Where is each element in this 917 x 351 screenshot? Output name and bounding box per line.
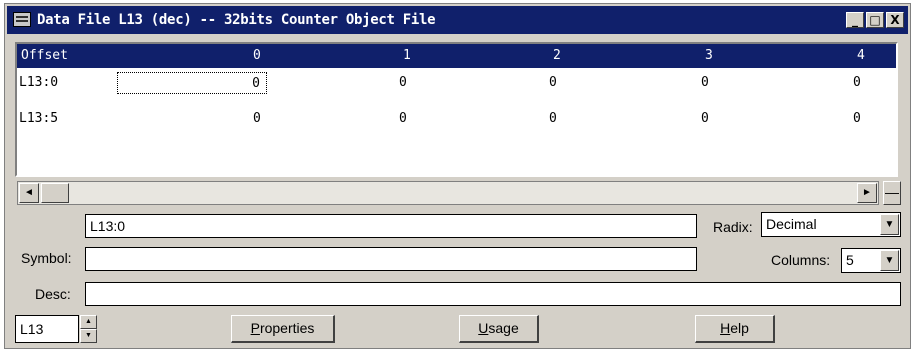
column-header[interactable]: 4 [857, 45, 865, 67]
value-cell-selected[interactable]: 0 [117, 72, 267, 94]
symbol-label: Symbol: [21, 250, 72, 266]
columns-select[interactable]: 5 ▼ [841, 248, 901, 273]
table-header: Offset 0 1 2 3 4 [17, 44, 896, 68]
value-cell[interactable]: 0 [853, 108, 861, 130]
scroll-left-icon[interactable]: ◄ [19, 183, 39, 203]
split-button[interactable]: — [883, 181, 901, 205]
scroll-thumb[interactable] [41, 183, 69, 203]
column-header[interactable]: 0 [253, 45, 261, 67]
symbol-field[interactable] [85, 247, 697, 271]
scroll-right-icon[interactable]: ► [857, 183, 877, 203]
title-bar[interactable]: Data File L13 (dec) -- 32bits Counter Ob… [7, 6, 908, 34]
value-cell[interactable]: 0 [399, 108, 407, 130]
row-label: L13:0 [19, 75, 59, 90]
columns-value: 5 [846, 252, 854, 268]
columns-label: Columns: [771, 252, 831, 268]
value-cell[interactable]: 0 [399, 72, 407, 94]
table-row: L13:5 0 0 0 0 0 [17, 108, 896, 132]
usage-button[interactable]: Usage [459, 315, 539, 343]
description-field[interactable] [85, 282, 901, 306]
window-title: Data File L13 (dec) -- 32bits Counter Ob… [37, 12, 436, 28]
address-field[interactable]: L13:0 [85, 214, 697, 238]
file-number-field[interactable]: L13 [15, 315, 79, 343]
offset-header: Offset [21, 48, 68, 63]
spin-down-icon[interactable]: ▼ [80, 329, 97, 343]
data-file-window: Data File L13 (dec) -- 32bits Counter Ob… [4, 3, 911, 349]
radix-select[interactable]: Decimal ▼ [761, 212, 901, 237]
value-cell[interactable]: 0 [549, 72, 557, 94]
dropdown-arrow-icon[interactable]: ▼ [880, 214, 899, 235]
radix-label: Radix: [713, 219, 753, 235]
horizontal-scrollbar[interactable]: ◄ ► [17, 181, 879, 205]
table-row: L13:0 0 0 0 0 0 [17, 72, 896, 96]
maximize-button[interactable]: □ [866, 12, 884, 28]
value-cell[interactable]: 0 [549, 108, 557, 130]
column-header[interactable]: 1 [403, 45, 411, 67]
help-button[interactable]: Help [695, 315, 775, 343]
data-file-icon [13, 12, 31, 27]
value-cell[interactable]: 0 [701, 72, 709, 94]
value-cell[interactable]: 0 [701, 108, 709, 130]
file-number-spinner[interactable]: ▲ ▼ [80, 315, 97, 343]
row-label: L13:5 [19, 111, 59, 126]
desc-label: Desc: [35, 286, 71, 302]
column-header[interactable]: 2 [553, 45, 561, 67]
value-cell[interactable]: 0 [253, 108, 261, 130]
minimize-button[interactable]: _ [846, 12, 864, 28]
data-table[interactable]: Offset 0 1 2 3 4 L13:0 0 0 0 0 0 L13:5 0… [15, 42, 898, 177]
value-cell[interactable]: 0 [853, 72, 861, 94]
dropdown-arrow-icon[interactable]: ▼ [880, 250, 899, 271]
close-button[interactable]: X [886, 12, 904, 28]
column-header[interactable]: 3 [705, 45, 713, 67]
radix-value: Decimal [766, 216, 817, 232]
properties-button[interactable]: Properties [231, 315, 335, 343]
spin-up-icon[interactable]: ▲ [80, 315, 97, 329]
